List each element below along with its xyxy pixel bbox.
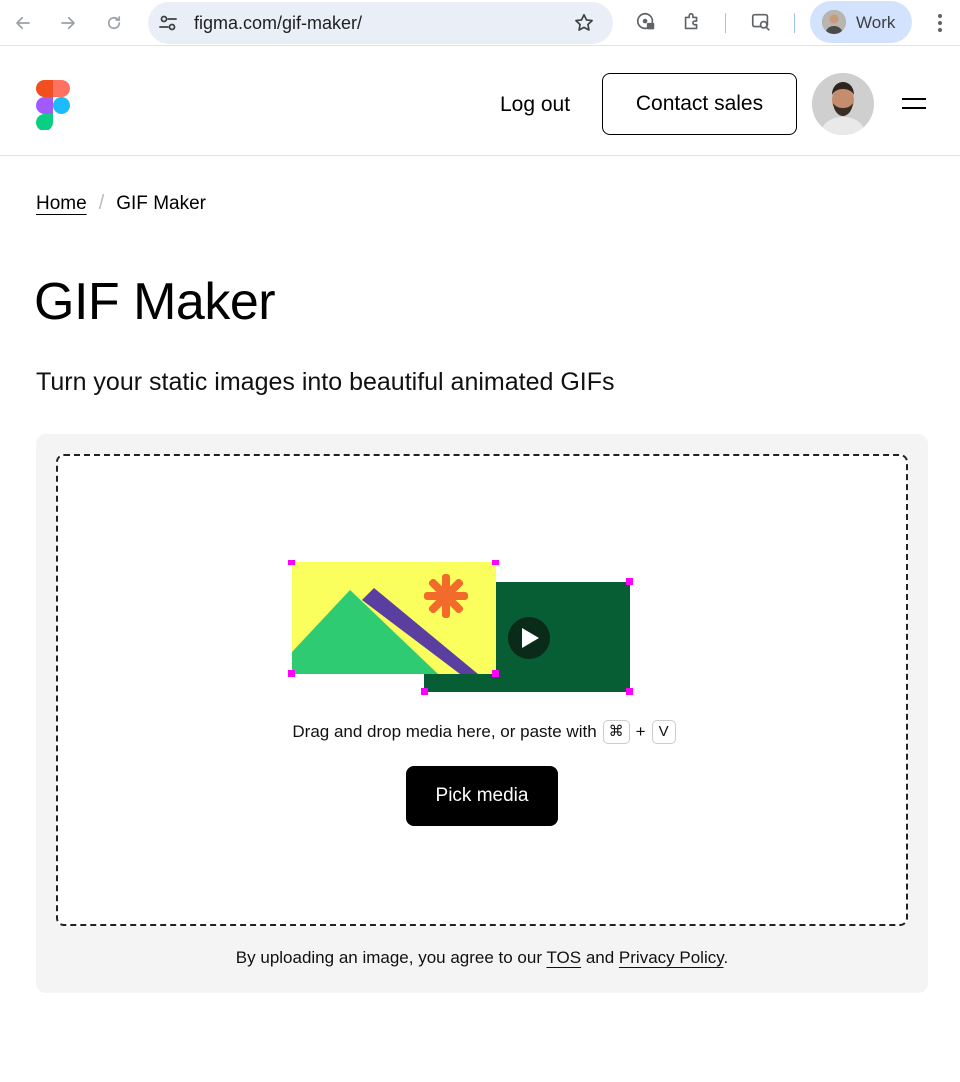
legal-prefix: By uploading an image, you agree to our [235, 948, 543, 967]
contact-sales-button[interactable]: Contact sales [602, 73, 797, 135]
breadcrumb-separator: / [98, 192, 105, 214]
hint-text: Drag and drop media here, or paste with [292, 722, 597, 741]
pick-media-button[interactable]: Pick media [406, 766, 558, 826]
site-header: Log out Contact sales [0, 52, 960, 156]
legal-and: and [585, 948, 615, 967]
v-key: V [651, 720, 676, 744]
command-key: ⌘ [602, 720, 630, 744]
extensions-icon[interactable] [681, 11, 703, 33]
toolbar-divider [725, 13, 726, 33]
breadcrumb-current: GIF Maker [116, 192, 206, 214]
back-arrow-icon[interactable] [8, 8, 38, 38]
dropzone-hint: Drag and drop media here, or paste with … [58, 720, 910, 744]
upload-panel: Drag and drop media here, or paste with … [36, 434, 928, 993]
address-bar[interactable]: figma.com/gif-maker/ [148, 2, 613, 44]
url-text[interactable]: figma.com/gif-maker/ [194, 13, 362, 34]
breadcrumb: Home / GIF Maker [36, 192, 206, 215]
password-manager-icon[interactable] [635, 11, 657, 33]
profile-chip[interactable]: Work [810, 1, 912, 43]
plus-sign: + [635, 722, 646, 741]
legal-notice: By uploading an image, you agree to our … [36, 948, 928, 968]
media-illustration [288, 560, 633, 695]
lens-search-icon[interactable] [750, 11, 772, 33]
sun-asterisk-icon [424, 574, 468, 618]
bookmark-star-icon[interactable] [573, 12, 595, 34]
hamburger-menu-icon[interactable] [902, 95, 926, 113]
user-avatar[interactable] [812, 73, 874, 135]
page-subtitle: Turn your static images into beautiful a… [36, 368, 615, 396]
site-info-icon[interactable] [158, 13, 178, 33]
profile-avatar [822, 10, 846, 34]
logout-button[interactable]: Log out [500, 93, 570, 117]
media-dropzone[interactable]: Drag and drop media here, or paste with … [56, 454, 908, 926]
breadcrumb-home-link[interactable]: Home [36, 193, 87, 215]
legal-suffix: . [723, 948, 729, 967]
tos-link[interactable]: TOS [546, 948, 581, 967]
toolbar-divider [794, 13, 795, 33]
profile-label: Work [856, 13, 896, 32]
figma-logo-icon[interactable] [36, 80, 70, 130]
reload-icon[interactable] [99, 8, 129, 38]
play-icon [508, 617, 550, 659]
menu-kebab-icon[interactable] [930, 12, 950, 34]
browser-toolbar: figma.com/gif-maker/ Work [0, 0, 960, 46]
forward-arrow-icon[interactable] [53, 8, 83, 38]
privacy-policy-link[interactable]: Privacy Policy [619, 948, 724, 967]
page-title: GIF Maker [34, 273, 276, 331]
